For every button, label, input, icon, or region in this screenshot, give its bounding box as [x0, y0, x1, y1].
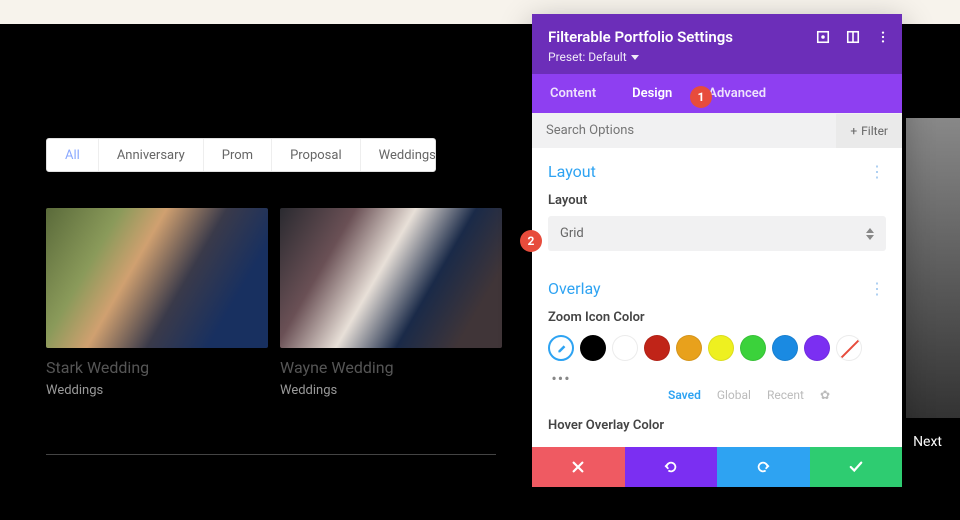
expand-icon[interactable]	[816, 30, 830, 48]
close-icon	[571, 460, 585, 474]
tab-design[interactable]: Design	[614, 74, 690, 113]
gear-icon[interactable]: ✿	[820, 388, 830, 402]
portfolio-title: Wayne Wedding	[280, 358, 502, 377]
filter-anniversary[interactable]: Anniversary	[99, 139, 204, 171]
portfolio-thumbnail	[280, 208, 502, 348]
zoom-swatch-row	[548, 335, 886, 361]
select-arrows-icon	[866, 228, 874, 240]
color-swatch[interactable]	[740, 335, 766, 361]
background-photo-crop	[906, 118, 960, 418]
panel-body: Layout ⋮ Layout Grid Overlay ⋮ Zoom Icon…	[532, 148, 902, 433]
search-input[interactable]	[532, 113, 836, 148]
filter-all[interactable]: All	[47, 139, 99, 171]
split-view-icon[interactable]	[846, 30, 860, 48]
filter-prom[interactable]: Prom	[204, 139, 272, 171]
annotation-badge-1: 1	[690, 86, 712, 108]
undo-icon	[663, 460, 679, 474]
filter-proposal[interactable]: Proposal	[272, 139, 361, 171]
color-swatch[interactable]	[580, 335, 606, 361]
layout-select[interactable]: Grid	[548, 216, 886, 251]
redo-button[interactable]	[717, 447, 810, 487]
color-swatch[interactable]	[804, 335, 830, 361]
layout-select-value: Grid	[560, 226, 584, 241]
palette-tabs: Saved Global Recent ✿	[668, 388, 886, 402]
eyedropper-swatch[interactable]	[548, 335, 574, 361]
portfolio-title: Stark Wedding	[46, 358, 268, 377]
portfolio-item[interactable]: Stark Wedding Weddings	[46, 208, 268, 398]
overlay-section-header[interactable]: Overlay ⋮	[548, 279, 886, 298]
filter-weddings[interactable]: Weddings	[361, 139, 436, 171]
portfolio-item[interactable]: Wayne Wedding Weddings	[280, 208, 502, 398]
save-button[interactable]	[810, 447, 903, 487]
layout-section-header[interactable]: Layout ⋮	[548, 162, 886, 181]
check-icon	[848, 460, 864, 474]
portfolio-area: All Anniversary Prom Proposal Weddings S…	[46, 138, 486, 455]
palette-tab-recent[interactable]: Recent	[767, 388, 804, 402]
settings-panel: Filterable Portfolio Settings Preset: De…	[532, 14, 902, 487]
panel-tabs: Content Design Advanced	[532, 74, 902, 113]
divider	[46, 454, 496, 455]
overlay-section-label: Overlay	[548, 279, 601, 298]
next-link[interactable]: Next	[913, 434, 942, 450]
hover-overlay-color-label: Hover Overlay Color	[548, 418, 886, 433]
cancel-button[interactable]	[532, 447, 625, 487]
color-swatch[interactable]	[772, 335, 798, 361]
filter-bar: All Anniversary Prom Proposal Weddings	[46, 138, 436, 172]
color-swatch[interactable]	[676, 335, 702, 361]
palette-tab-saved[interactable]: Saved	[668, 388, 701, 402]
no-color-swatch[interactable]	[836, 335, 862, 361]
color-swatch[interactable]	[644, 335, 670, 361]
section-more-icon[interactable]: ⋮	[869, 162, 886, 181]
header-icons	[816, 30, 890, 48]
search-row: + Filter	[532, 113, 902, 148]
color-swatch[interactable]	[708, 335, 734, 361]
tab-content[interactable]: Content	[532, 74, 614, 113]
preset-selector[interactable]: Preset: Default	[548, 50, 886, 64]
swatch-more-icon[interactable]: •••	[548, 369, 574, 388]
plus-icon: +	[850, 124, 857, 138]
portfolio-category: Weddings	[280, 383, 502, 398]
layout-field-label: Layout	[548, 193, 886, 208]
layout-section-label: Layout	[548, 162, 596, 181]
annotation-badge-2: 2	[520, 230, 542, 252]
undo-button[interactable]	[625, 447, 718, 487]
preset-label: Preset: Default	[548, 50, 627, 64]
chevron-down-icon	[631, 55, 639, 60]
redo-icon	[755, 460, 771, 474]
filter-button[interactable]: + Filter	[836, 114, 902, 148]
portfolio-thumbnail	[46, 208, 268, 348]
zoom-icon-color-label: Zoom Icon Color	[548, 310, 886, 325]
more-icon[interactable]	[876, 30, 890, 48]
portfolio-grid: Stark Wedding Weddings Wayne Wedding Wed…	[46, 208, 486, 398]
section-more-icon[interactable]: ⋮	[869, 279, 886, 298]
filter-button-label: Filter	[861, 124, 888, 138]
panel-header: Filterable Portfolio Settings Preset: De…	[532, 14, 902, 74]
panel-footer	[532, 447, 902, 487]
eyedropper-icon	[554, 341, 568, 355]
portfolio-category: Weddings	[46, 383, 268, 398]
color-swatch[interactable]	[612, 335, 638, 361]
palette-tab-global[interactable]: Global	[717, 388, 751, 402]
